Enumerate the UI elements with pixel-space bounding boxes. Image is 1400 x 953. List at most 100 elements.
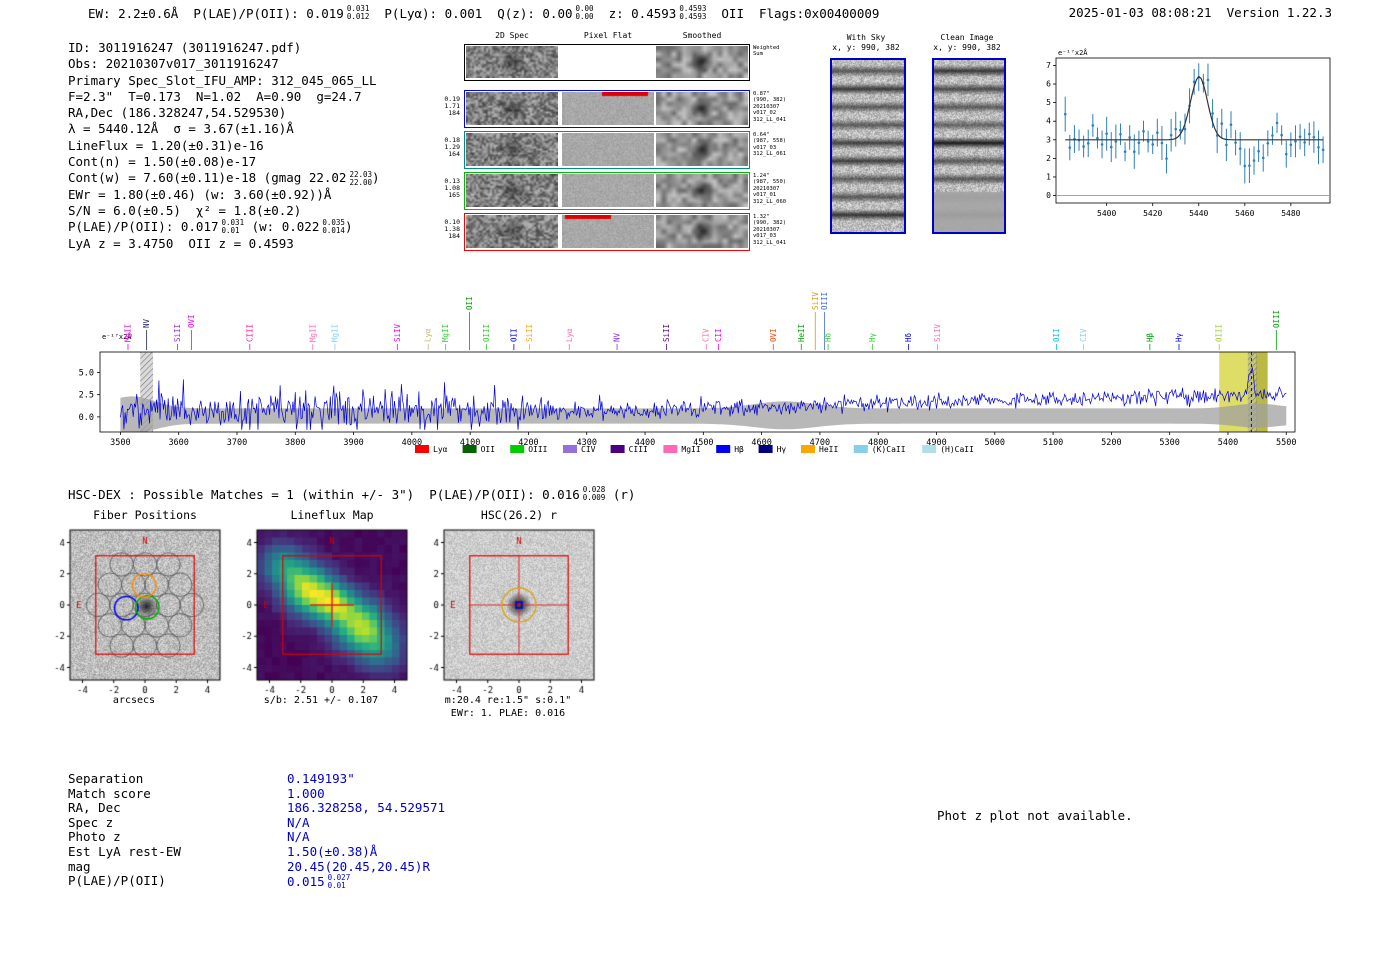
match-row-0-value-seg-text: 0.149193" xyxy=(287,771,355,786)
match-row-5-value: 1.50(±0.38)Å xyxy=(287,843,378,860)
info-line-5: λ = 5440.12Å σ = 3.67(±1.16)Å xyxy=(68,121,380,137)
cutout-right-label-3: 1.24" (987, 550) 20210307 v017_01 312_LL_060 xyxy=(753,173,797,205)
match-row-3-label: Spec z xyxy=(68,814,114,830)
spectrum-line-label-21: SiIV xyxy=(811,291,820,310)
legend-swatch-3 xyxy=(563,445,577,453)
match-row-5-value-seg-text: 1.50(±0.38)Å xyxy=(287,843,378,859)
legend-swatch-4 xyxy=(610,445,625,453)
cutout-caption-2-1: EWr: 1. PLAE: 0.016 xyxy=(450,708,566,719)
match-row-5: Est LyA rest-EW 1.50(±0.38)Å xyxy=(68,843,445,860)
spectrum-line-label-31: OIII xyxy=(1215,324,1224,342)
match-row-3: Spec z N/A xyxy=(68,814,445,831)
svg-text:5500: 5500 xyxy=(1276,438,1296,448)
spectrum-line-label-29: Hβ xyxy=(1145,332,1154,342)
legend-swatch-8 xyxy=(801,445,815,453)
svg-text:5420: 5420 xyxy=(1143,209,1162,218)
match-row-6-label: mag xyxy=(68,858,91,874)
cutout-right-label-2: 0.64" (987, 558) v017_03 312_LL_061 xyxy=(753,132,797,158)
spectrum-line-label-11: OIII xyxy=(482,324,491,342)
sky-panel-title-0-coords: x, y: 990, 382 xyxy=(832,43,900,52)
pixelflat-image-r4 xyxy=(562,215,654,248)
info-line-7: Cont(n) = 1.50(±0.08)e-17 xyxy=(68,154,380,170)
info-11-1-sub: 0.014 xyxy=(322,226,345,236)
clean-image xyxy=(932,58,1006,234)
match-row-0: Separation 0.149193" xyxy=(68,771,445,787)
spec2d-image-r1 xyxy=(466,92,558,125)
info-2-0-text: Primary Spec_Slot_IFU_AMP: 312_045_065_L… xyxy=(68,72,377,88)
cutout-right-label-0-1: Sum xyxy=(753,51,763,58)
svg-text:5480: 5480 xyxy=(1281,209,1300,218)
cutout-left-label-4-2: 184 xyxy=(448,232,460,240)
smoothed-image-r3 xyxy=(656,174,748,207)
spectrum-line-label-10: OII xyxy=(465,296,474,310)
svg-text:5300: 5300 xyxy=(1159,438,1179,448)
legend-swatch-7 xyxy=(758,445,773,453)
detection-info-block: ID: 3011916247 (3011916247.pdf) Obs: 2021… xyxy=(68,40,380,252)
spectrum-line-label-16: SiII xyxy=(662,324,671,342)
cutout-title-2: HSC(26.2) r xyxy=(480,508,558,522)
match-row-0-value-seg: 0.149193" xyxy=(287,771,355,787)
match-row-5-value-seg: 1.50(±0.38)Å xyxy=(287,843,378,860)
fiber-positions-plot xyxy=(44,524,224,700)
svg-text:5.0: 5.0 xyxy=(79,368,94,378)
header-seg-1-stack: 0.031 0.012 xyxy=(347,5,370,21)
smoothed-image-r0 xyxy=(656,46,748,78)
cutout-right-label-4: 1.32" (990, 382) 20210307 v017_03 312_LL_041 xyxy=(753,214,797,246)
info-line-10: S/N = 6.0(±0.5) χ² = 1.8(±0.2) xyxy=(68,203,380,219)
match-row-4-label: Photo z xyxy=(68,829,121,845)
hsc-seg-1-sub: 0.009 xyxy=(582,493,606,502)
cutout-right-label-4-4: 312_LL_041 xyxy=(753,239,787,246)
with-sky-image xyxy=(830,58,906,234)
legend-label-1: OII xyxy=(481,445,496,454)
hsc-seg-2: (r) xyxy=(605,486,636,502)
info-line-6: LineFlux = 1.20(±0.31)e-16 xyxy=(68,138,380,154)
sky-panel-title-0: With Sky x, y: 990, 382 xyxy=(810,33,922,53)
legend-swatch-6 xyxy=(716,445,731,453)
cutout-left-label-3: 0.13 1.08 165 xyxy=(436,178,460,199)
spectrum-line-label-17: CIV xyxy=(702,328,711,342)
legend-label-9: (K)CaII xyxy=(872,445,906,454)
spectrum-line-label-1: NV xyxy=(142,318,151,328)
spectrum-line-label-7: SiIV xyxy=(393,323,402,342)
match-row-6: mag 20.45(20.45,20.45)R xyxy=(68,858,445,875)
line-fit-svg: 0 1 2 3 4 5 6 7 5400 5420 5440 5460 5480 e⁻¹⁷x2Å xyxy=(1046,48,1331,218)
svg-text:5000: 5000 xyxy=(985,438,1005,448)
pixelflat-image-r3 xyxy=(562,174,654,207)
cutout-left-label-4: 0.10 1.38 184 xyxy=(436,219,460,240)
sky-panel-title-1-coords: x, y: 990, 382 xyxy=(933,43,1001,52)
spectrum-line-label-4: CIII xyxy=(245,324,254,342)
header-seg-4-sub: 0.4593 xyxy=(679,12,707,21)
legend-swatch-5 xyxy=(663,445,678,453)
sky-panel-title-1-name: Clean Image xyxy=(940,33,994,42)
info-11-1-text: (w: 0.022 xyxy=(244,219,320,235)
line-fit-plot: 0 1 2 3 4 5 6 7 5400 5420 5440 5460 5480 e⁻¹⁷x2Å xyxy=(1030,46,1350,228)
legend-label-0: Lyα xyxy=(433,445,448,454)
info-11-0: P(LAE)/P(OII): 0.017 0.031 0.01 xyxy=(68,219,244,235)
match-row-5-label: Est LyA rest-EW xyxy=(68,843,181,859)
match-row-2-value: 186.328258, 54.529571 xyxy=(287,801,445,816)
pixelflat-image-r0 xyxy=(562,46,654,78)
match-row-2-label: RA, Dec xyxy=(68,800,121,816)
match-table: Separation 0.149193" Match score 1.000 RA, D… xyxy=(68,771,445,890)
svg-text:0.0: 0.0 xyxy=(79,413,94,423)
header-seg-0-text: EW: 2.2±0.6Å xyxy=(88,5,179,21)
cutout-left-label-1-2: 184 xyxy=(448,109,460,117)
header-seg-3: Q(z): 0.00 0.00 0.00 xyxy=(497,5,593,21)
header-seg-4: z: 0.4593 0.4593 0.4593 xyxy=(609,5,707,21)
match-row-7-value-seg-stack: 0.027 0.01 xyxy=(328,874,351,890)
cutout-left-label-1: 0.19 1.71 184 xyxy=(436,96,460,117)
header-seg-1-text: P(LAE)/P(OII): 0.019 xyxy=(193,5,344,21)
info-9-0: EWr = 1.80(±0.46) (w: 3.60(±0.92))Å xyxy=(68,187,331,203)
info-10-0: S/N = 6.0(±0.5) χ² = 1.8(±0.2) xyxy=(68,203,301,219)
match-row-7: P(LAE)/P(OII) 0.015 0.027 0.01 xyxy=(68,873,445,890)
legend-swatch-9 xyxy=(853,445,868,453)
cutout-title-1: Lineflux Map xyxy=(290,508,374,522)
cutout-right-label-3-4: 312_LL_060 xyxy=(753,198,787,205)
match-row-6-value-seg: 20.45(20.45,20.45)R xyxy=(287,858,430,875)
spectrum-line-label-32: OIII xyxy=(1272,310,1281,328)
spectrum-line-label-12: OII xyxy=(509,328,518,342)
smoothed-image-r4 xyxy=(656,215,748,248)
match-row-4-value-seg-text: N/A xyxy=(287,829,310,845)
sky-panel-title-1: Clean Image x, y: 990, 382 xyxy=(912,33,1022,53)
match-row-6-value-seg-text: 20.45(20.45,20.45)R xyxy=(287,858,430,874)
